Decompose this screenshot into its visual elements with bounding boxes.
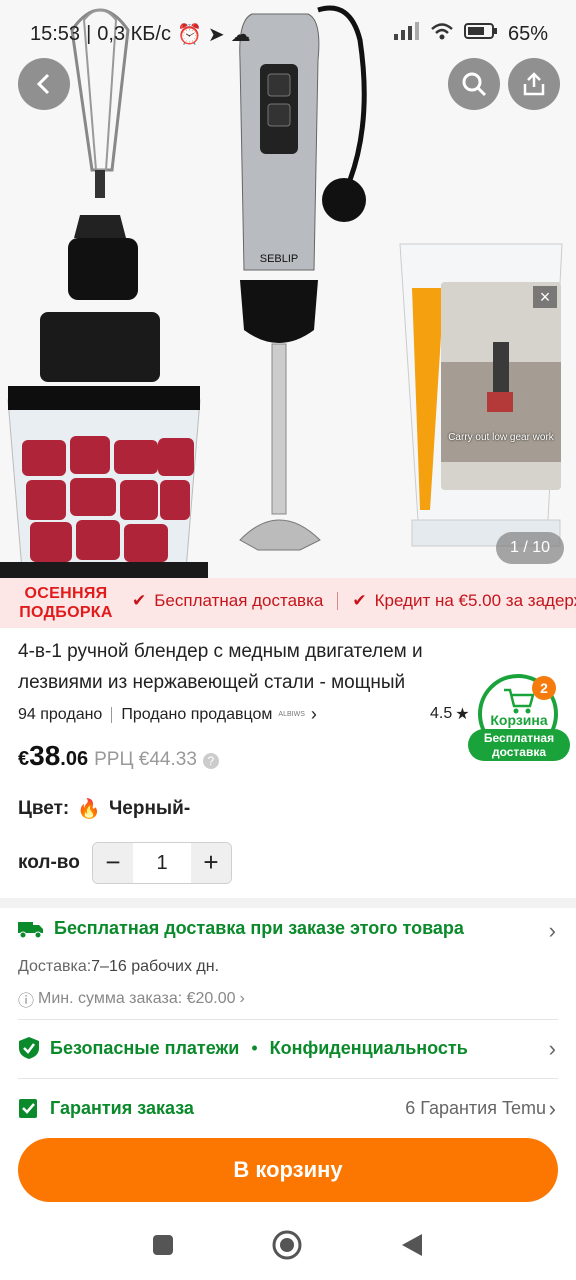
check-icon: ✔ <box>132 591 147 610</box>
wifi-icon <box>430 22 454 46</box>
chopper-bowl <box>0 312 208 578</box>
image-counter: 1 / 10 <box>495 532 564 564</box>
promo-delay-credit: ✔ Кредит на €5.00 за задержку <box>352 591 576 610</box>
info-icon: ⓘ <box>18 993 35 1010</box>
product-title[interactable]: 4-в-1 ручной блендер с медным двигателем… <box>18 636 488 698</box>
add-to-cart-button[interactable]: В корзину <box>18 1138 558 1202</box>
share-icon <box>523 72 545 96</box>
search-button[interactable] <box>448 58 500 110</box>
search-icon <box>462 72 487 97</box>
guarantee-count: 6 Гарантия Temu <box>405 1098 546 1118</box>
promo-free-shipping: ✔ Бесплатная доставка <box>132 591 324 610</box>
color-value: Черный- <box>108 798 191 819</box>
seller-link[interactable]: Продано продавцом <box>121 706 272 724</box>
check-icon: ✔ <box>352 591 367 610</box>
decrease-button[interactable]: − <box>93 843 133 883</box>
cart-button[interactable]: 2 Корзина Бесплатная доставка <box>468 672 570 764</box>
increase-button[interactable]: + <box>191 843 231 883</box>
cloud-icon: ☁ <box>230 24 251 46</box>
chevron-right-icon: › <box>548 918 556 943</box>
telegram-icon: ➤ <box>207 24 225 46</box>
min-order[interactable]: ⓘ Мин. сумма заказа: €20.00 › <box>18 987 245 1011</box>
product-page: SEBLIP 15:53 | 0,3 КБ/с ⏰ ➤ ☁ 65% × Carr… <box>0 0 576 1280</box>
home-icon[interactable] <box>272 1230 302 1260</box>
hand-blender: SEBLIP <box>239 5 367 551</box>
quantity-label: кол-во <box>18 852 80 873</box>
cart-free-shipping-badge: Бесплатная доставка <box>468 729 570 761</box>
cart-icon <box>504 688 535 714</box>
quantity-row: кол-во − 1 + <box>18 842 232 884</box>
quantity-value[interactable]: 1 <box>133 843 191 883</box>
video-preview[interactable]: × Carry out low gear work <box>441 282 561 490</box>
help-icon[interactable]: ? <box>202 753 219 769</box>
security-row[interactable]: Безопасные платежи • Конфиденциальность <box>18 1036 468 1060</box>
chevron-right-icon: › <box>548 1036 556 1061</box>
status-bar: 15:53 | 0,3 КБ/с ⏰ ➤ ☁ 65% <box>30 22 548 46</box>
sales-meta: 94 продано Продано продавцом ALBIWS › <box>18 704 317 725</box>
back-nav-icon[interactable] <box>400 1232 424 1258</box>
rating[interactable]: 4.5 ★ <box>430 704 470 724</box>
status-time: 15:53 <box>30 23 81 45</box>
flame-icon: 🔥 <box>77 799 101 820</box>
chevron-right-icon: › <box>548 1096 556 1121</box>
battery-icon <box>463 22 498 46</box>
system-nav-bar <box>0 1218 576 1280</box>
alarm-icon: ⏰ <box>176 24 202 46</box>
product-gallery[interactable]: SEBLIP 15:53 | 0,3 КБ/с ⏰ ➤ ☁ 65% × Carr… <box>0 0 576 578</box>
divider <box>18 1078 558 1079</box>
close-video-button[interactable]: × <box>533 286 557 308</box>
recents-icon[interactable] <box>152 1234 174 1256</box>
truck-icon <box>18 921 43 938</box>
share-button[interactable] <box>508 58 560 110</box>
promo-strip[interactable]: ОСЕННЯЯ ПОДБОРКА ✔ Бесплатная доставка ✔… <box>0 578 576 628</box>
seller-logo: ALBIWS <box>278 711 305 718</box>
cart-count-badge: 2 <box>532 676 556 700</box>
cart-label: Корзина <box>490 712 548 728</box>
guarantee-icon <box>19 1099 37 1118</box>
price: € 38 .06 РРЦ €44.33 ? <box>18 740 219 772</box>
back-button[interactable] <box>18 58 70 110</box>
chevron-right-icon: › <box>239 990 245 1007</box>
delivery-time: Доставка:7–16 рабочих дн. <box>18 958 220 975</box>
section-divider <box>0 898 576 908</box>
chevron-left-icon <box>36 73 50 95</box>
video-caption: Carry out low gear work <box>448 432 554 443</box>
sold-count: 94 продано <box>18 705 103 723</box>
chevron-right-icon: › <box>310 704 317 724</box>
shield-icon <box>19 1037 39 1059</box>
network-speed: 0,3 КБ/с <box>97 23 171 45</box>
brand-logo: SEBLIP <box>260 253 299 265</box>
rrp-price: РРЦ €44.33 <box>94 749 197 770</box>
promo-badge: ОСЕННЯЯ ПОДБОРКА <box>19 585 113 621</box>
shipping-row[interactable]: Бесплатная доставка при заказе этого тов… <box>18 918 464 939</box>
signal-icon <box>393 22 420 46</box>
guarantee-row[interactable]: Гарантия заказа <box>18 1097 194 1119</box>
video-thumbnail <box>441 282 561 490</box>
color-selector[interactable]: Цвет: 🔥 Черный- <box>18 797 190 821</box>
divider <box>18 1019 558 1020</box>
quantity-stepper: − 1 + <box>92 842 232 884</box>
color-label: Цвет: <box>18 798 70 819</box>
battery-percent: 65% <box>507 22 548 45</box>
